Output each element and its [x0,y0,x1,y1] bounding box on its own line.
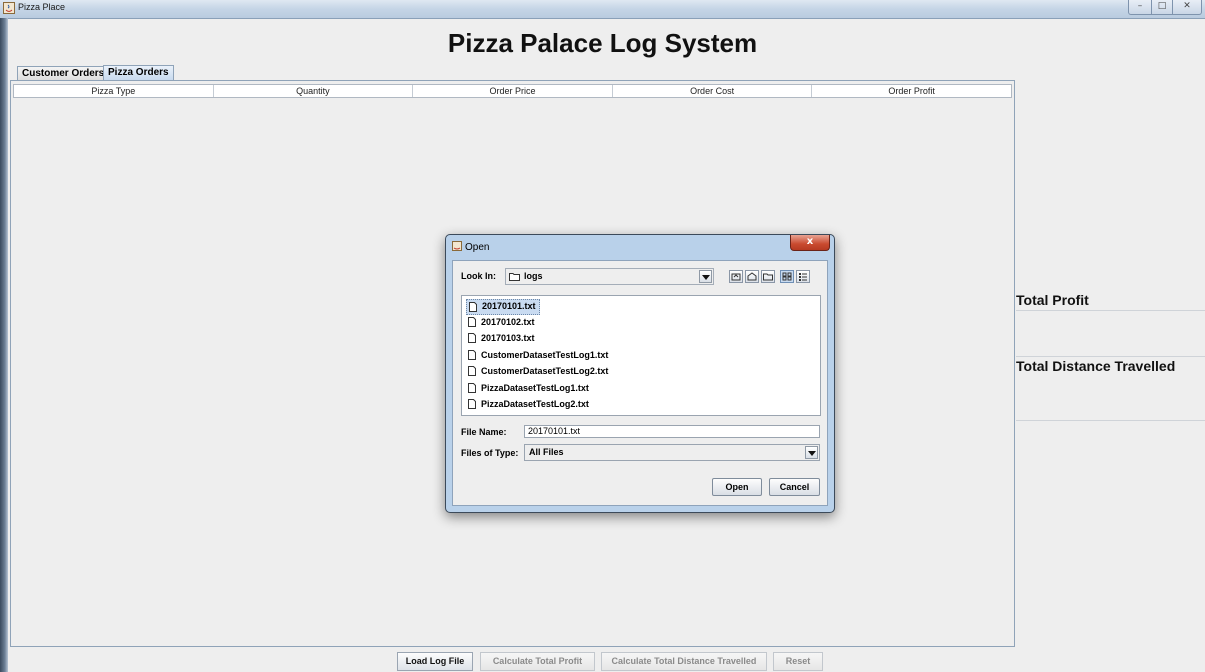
dialog-title: Open [465,242,490,253]
document-icon [468,383,476,393]
minimize-button[interactable]: – [1128,0,1152,15]
file-name-label: File Name: [461,427,507,437]
page-title: Pizza Palace Log System [447,28,758,58]
window-left-edge [0,18,8,672]
load-log-file-button[interactable]: Load Log File [397,652,473,671]
files-of-type-dropdown[interactable]: All Files [524,444,820,461]
reset-button[interactable]: Reset [773,652,823,671]
dialog-body: Look In: logs 20170101.txt 20170102.txt … [452,260,828,506]
document-icon [468,399,476,409]
cancel-button[interactable]: Cancel [769,478,820,496]
document-icon [469,302,477,312]
tab-customer-orders[interactable]: Customer Orders [17,66,110,81]
file-item[interactable]: 20170101.txt [466,299,540,315]
chevron-down-icon[interactable] [699,270,712,283]
java-app-icon [3,2,15,14]
tab-label: Pizza Orders [108,67,169,78]
document-icon [468,317,476,327]
tab-label: Customer Orders [22,68,105,79]
divider [1016,356,1205,357]
folder-icon [509,273,520,281]
file-item[interactable]: 20170103.txt [466,331,538,345]
home-icon[interactable] [745,270,759,283]
file-list[interactable]: 20170101.txt 20170102.txt 20170103.txt C… [461,295,821,416]
calculate-total-profit-button[interactable]: Calculate Total Profit [480,652,595,671]
table-header: Pizza Type Quantity Order Price Order Co… [13,84,1012,98]
list-view-icon[interactable] [780,270,794,283]
dialog-title-bar: Open [452,241,489,253]
file-name-input[interactable]: 20170101.txt [524,425,820,438]
up-one-level-icon[interactable] [729,270,743,283]
document-icon [468,366,476,376]
window-title-bar: Pizza Place – □ ✕ [0,0,1205,19]
document-icon [468,350,476,360]
divider [1016,310,1205,311]
document-icon [468,333,476,343]
tab-pizza-orders[interactable]: Pizza Orders [103,65,174,81]
file-item[interactable]: CustomerDatasetTestLog2.txt [466,364,611,378]
total-distance-label: Total Distance Travelled [1016,358,1176,374]
maximize-button[interactable]: □ [1151,0,1173,15]
column-header-order-profit[interactable]: Order Profit [812,85,1011,97]
file-item[interactable]: 20170102.txt [466,315,538,329]
file-item[interactable]: CustomerDatasetTestLog1.txt [466,348,611,362]
open-button[interactable]: Open [712,478,762,496]
dialog-close-button[interactable]: x [790,235,830,251]
look-in-label: Look In: [461,271,496,281]
details-view-icon[interactable] [796,270,810,283]
window-title: Pizza Place [18,2,66,12]
column-header-quantity[interactable]: Quantity [214,85,414,97]
files-of-type-value: All Files [529,447,564,457]
close-window-button[interactable]: ✕ [1172,0,1202,15]
chevron-down-icon[interactable] [805,446,818,459]
column-header-pizza-type[interactable]: Pizza Type [14,85,214,97]
look-in-value: logs [524,271,543,281]
total-profit-label: Total Profit [1016,292,1089,308]
look-in-dropdown[interactable]: logs [505,268,714,285]
divider [1016,420,1205,421]
column-header-order-cost[interactable]: Order Cost [613,85,813,97]
column-header-order-price[interactable]: Order Price [413,85,613,97]
file-item[interactable]: PizzaDatasetTestLog2.txt [466,397,592,411]
file-item[interactable]: PizzaDatasetTestLog1.txt [466,381,592,395]
open-file-dialog: Open x Look In: logs 20170101.txt 201701… [445,234,835,513]
java-app-icon [452,241,462,251]
files-of-type-label: Files of Type: [461,448,519,458]
calculate-total-distance-button[interactable]: Calculate Total Distance Travelled [601,652,767,671]
new-folder-icon[interactable] [761,270,775,283]
